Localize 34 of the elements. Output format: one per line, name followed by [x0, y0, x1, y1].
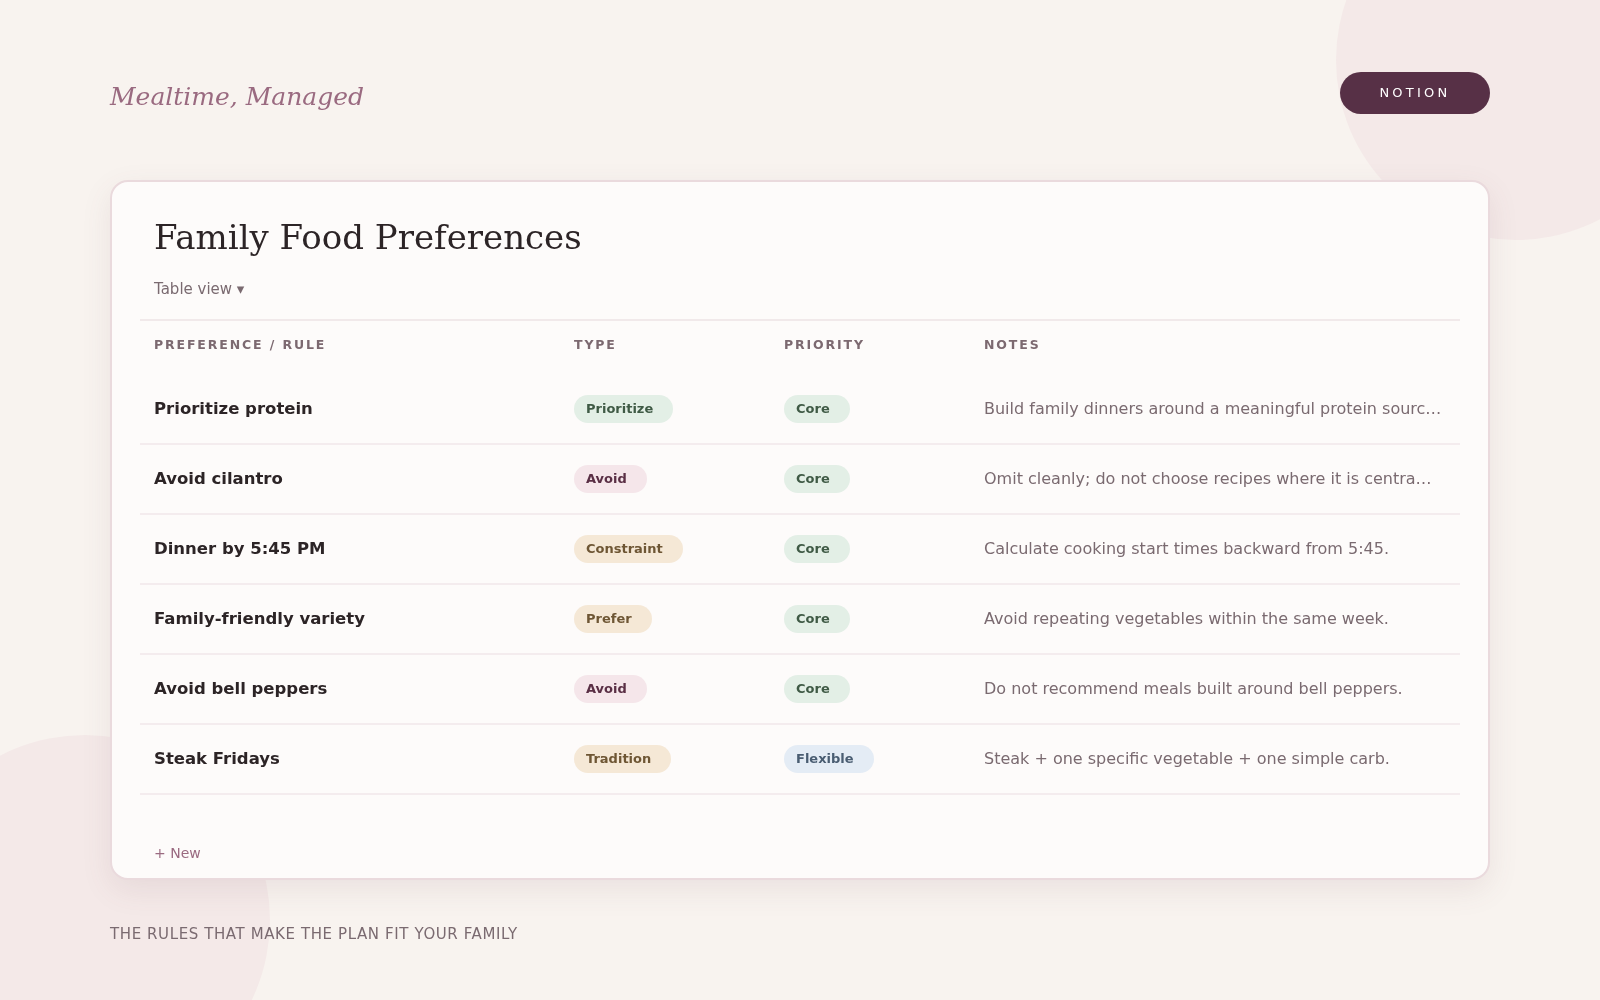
column-header: PREFERENCE / RULE [154, 335, 328, 354]
type-tag: Prefer [574, 605, 652, 633]
rule-name: Family-friendly variety [154, 607, 366, 630]
rule-name: Dinner by 5:45 PM [154, 537, 327, 560]
type-tag: Prioritize [574, 395, 674, 423]
priority-tag: Core [784, 395, 850, 423]
notion-button[interactable]: NOTION [1340, 72, 1490, 114]
type-tag: Avoid [574, 675, 647, 703]
card-title: Family Food Preferences [153, 216, 583, 259]
column-header: NOTES [984, 335, 1042, 354]
rule-name: Prioritize protein [154, 397, 314, 420]
column-header: TYPE [574, 335, 618, 354]
notes-text: Do not recommend meals built around bell peppers. [984, 678, 1404, 700]
type-tag: Constraint [574, 535, 683, 563]
type-tag: Tradition [574, 745, 672, 773]
rule-name: Avoid cilantro [154, 467, 284, 490]
notes-text: Avoid repeating vegetables within the same week. [984, 608, 1390, 630]
rule-name: Avoid bell peppers [154, 677, 329, 700]
column-header: PRIORITY [784, 335, 866, 354]
new-row-button[interactable]: + New [154, 843, 201, 864]
notes-text: Steak + one specific vegetable + one simple carb. [984, 748, 1391, 770]
rule-name: Steak Fridays [154, 747, 281, 770]
view-switcher[interactable]: Table view ▾ [154, 280, 245, 298]
priority-tag: Core [784, 675, 850, 703]
footer-tagline: THE RULES THAT MAKE THE PLAN FIT YOUR FAMILY [110, 924, 519, 945]
priority-tag: Core [784, 465, 850, 493]
type-tag: Avoid [574, 465, 647, 493]
notes-text: Build family dinners around a meaningful protein sourc… [984, 398, 1443, 420]
notes-text: Omit cleanly; do not choose recipes where it is centra… [984, 468, 1433, 490]
priority-tag: Core [784, 535, 850, 563]
brand-title: Mealtime, Managed [110, 81, 365, 114]
priority-tag: Core [784, 605, 850, 633]
priority-tag: Flexible [784, 745, 874, 773]
notes-text: Calculate cooking start times backward from 5:45. [984, 538, 1390, 560]
